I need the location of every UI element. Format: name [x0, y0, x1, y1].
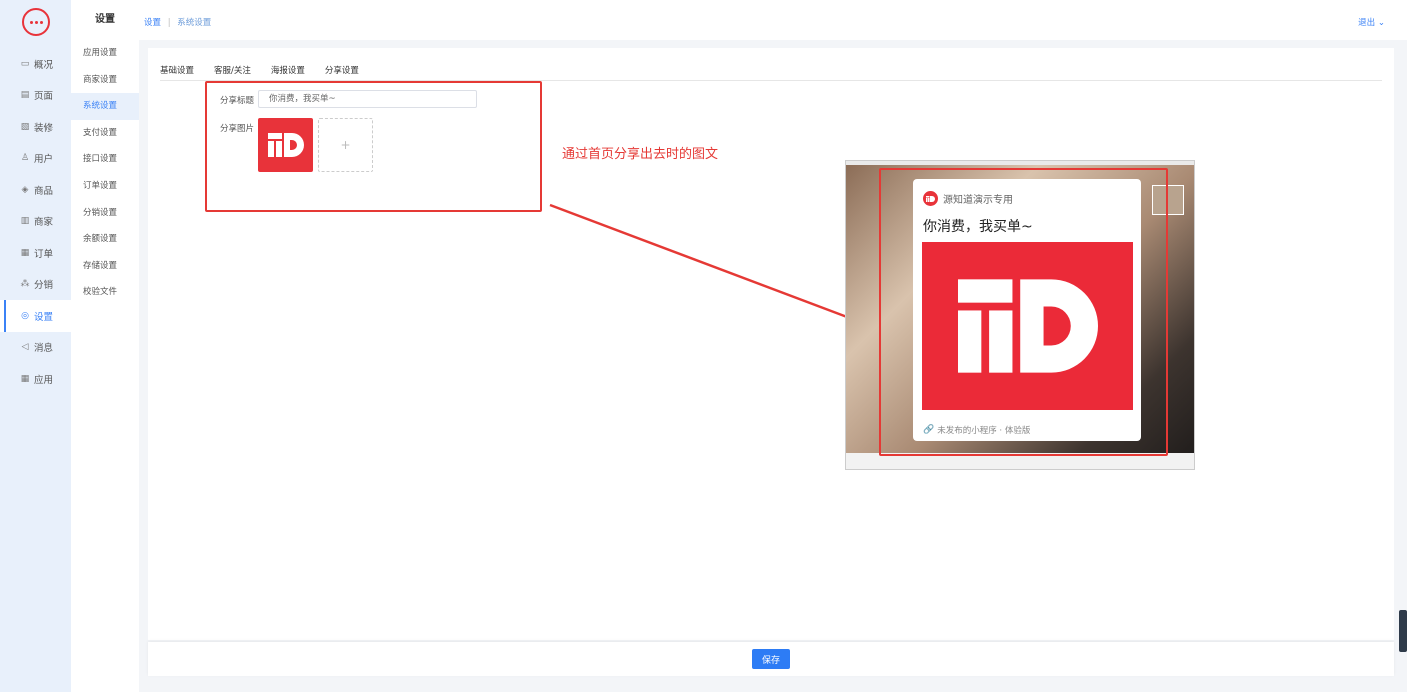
secondary-sidebar-title: 设置	[95, 14, 115, 25]
annotation-box-preview	[879, 168, 1168, 456]
sidebar-item-label: 概况	[34, 59, 54, 71]
nav-icon: ▤	[20, 90, 30, 101]
sidebar-item-label: 商家	[34, 217, 54, 229]
secondary-nav-item[interactable]: 系统设置	[71, 93, 139, 120]
chat-bubble-icon[interactable]	[22, 8, 50, 36]
breadcrumb-separator: |	[167, 18, 171, 28]
sidebar-item[interactable]: ◈ 商品	[0, 174, 71, 206]
secondary-nav-item[interactable]: 订单设置	[71, 173, 139, 200]
secondary-nav-item[interactable]: 存储设置	[71, 253, 139, 280]
secondary-nav: 应用设置 商家设置 系统设置 支付设置 接口设置 订单设置 分销设置 余额设置 存储设置 校验文件	[71, 40, 139, 306]
secondary-nav-item[interactable]: 分销设置	[71, 200, 139, 227]
nav-icon: ◎	[21, 310, 29, 321]
secondary-sidebar: 设置 应用设置 商家设置 系统设置 支付设置 接口设置 订单设置 分销设置 余额设置 存储设置校…	[71, 0, 139, 692]
breadcrumb: 设置 | 系统设置	[144, 16, 211, 28]
tab[interactable]: 基础设置	[160, 64, 194, 76]
sidebar-item-label: 设置	[34, 311, 54, 323]
secondary-nav-item[interactable]: 接口设置	[71, 146, 139, 173]
sidebar-item-label: 商品	[34, 185, 54, 197]
secondary-nav-item[interactable]: 支付设置	[71, 120, 139, 147]
tab[interactable]: 客服/关注	[214, 64, 251, 76]
nav-icon: ▭	[20, 58, 30, 69]
sidebar-item-label: 订单	[34, 248, 54, 260]
nav-icon: ◁	[21, 342, 29, 353]
sidebar-item-label: 页面	[34, 91, 54, 103]
secondary-nav-item[interactable]: 应用设置	[71, 40, 139, 67]
side-handle[interactable]	[1399, 610, 1407, 652]
sidebar-item-label: 装修	[34, 122, 54, 134]
tab[interactable]: 分享设置	[325, 64, 359, 76]
secondary-nav-item[interactable]: 校验文件	[71, 279, 139, 306]
sidebar-item[interactable]: ▥ 商家	[0, 206, 71, 238]
tab[interactable]: 海报设置	[271, 64, 305, 76]
nav-icon: ▧	[20, 121, 30, 132]
sidebar-item[interactable]: ◁ 消息	[0, 332, 71, 364]
sidebar-item[interactable]: ▦ 订单	[0, 237, 71, 269]
sidebar-item[interactable]: ◎ 设置	[0, 300, 71, 332]
nav-icon: ▥	[20, 216, 30, 227]
logout-button[interactable]: 退出 ⌄	[1358, 16, 1385, 28]
settings-tabs: 基础设置 客服/关注 海报设置 分享设置	[160, 64, 359, 76]
sidebar-item[interactable]: ▦ 应用	[0, 363, 71, 395]
nav-icon: ▦	[20, 373, 30, 384]
sidebar-item-label: 分销	[34, 280, 54, 292]
annotation-text: 通过首页分享出去时的图文	[562, 147, 719, 162]
annotation-arrow	[549, 203, 879, 330]
breadcrumb-current: 系统设置	[177, 18, 212, 28]
nav-icon: ◈	[21, 184, 29, 195]
sidebar-item-label: 消息	[34, 343, 54, 355]
primary-sidebar: ▭ 概况 ▤ 页面 ▧ 装修 ♙ 用户 ◈ 商品 ▥ 商家 ▦ 订单 ⁂ 分销 ◎ 设置 ◁ 消息 ▦ 应用	[0, 0, 71, 692]
nav-icon: ⁂	[20, 279, 30, 290]
nav-icon: ▦	[20, 247, 30, 258]
secondary-nav-item[interactable]: 余额设置	[71, 226, 139, 253]
nav-icon: ♙	[20, 153, 30, 164]
annotation-box-form	[205, 81, 542, 212]
sidebar-item-label: 用户	[34, 154, 54, 166]
sidebar-item-label: 应用	[34, 374, 54, 386]
secondary-nav-item[interactable]: 商家设置	[71, 67, 139, 94]
sidebar-item[interactable]: ▤ 页面	[0, 80, 71, 112]
save-button[interactable]: 保存	[752, 649, 790, 669]
sidebar-item[interactable]: ⁂ 分销	[0, 269, 71, 301]
sidebar-item[interactable]: ▧ 装修	[0, 111, 71, 143]
top-bar: 设置 | 系统设置 退出 ⌄	[139, 0, 1407, 40]
preview-top-strip	[846, 161, 1194, 165]
sidebar-item[interactable]: ♙ 用户	[0, 143, 71, 175]
sidebar-item[interactable]: ▭ 概况	[0, 48, 71, 80]
breadcrumb-root[interactable]: 设置	[144, 18, 161, 28]
primary-nav: ▭ 概况 ▤ 页面 ▧ 装修 ♙ 用户 ◈ 商品 ▥ 商家 ▦ 订单 ⁂ 分销 ◎ 设置 ◁ 消息 ▦ 应用	[0, 48, 71, 395]
footer-bar: 保存	[148, 642, 1394, 676]
